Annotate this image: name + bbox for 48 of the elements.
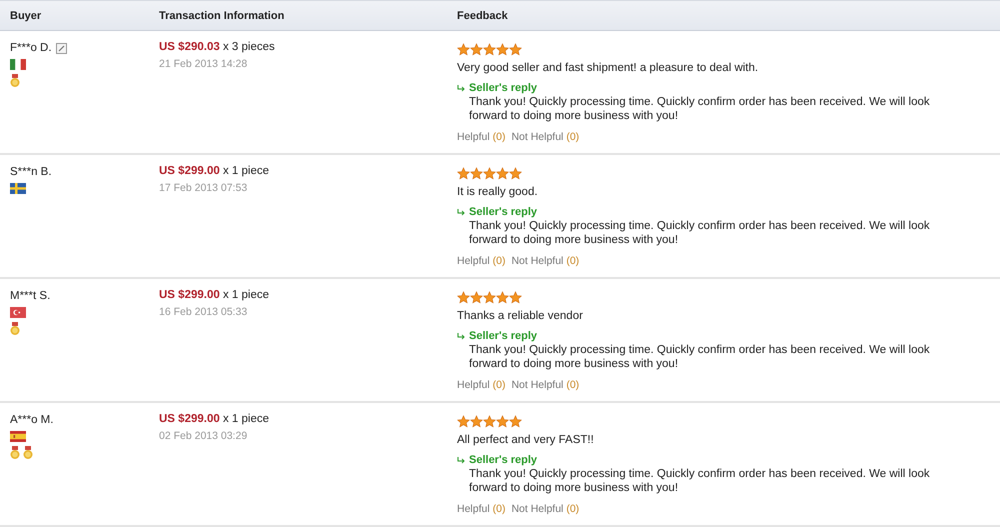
- helpful-link[interactable]: Helpful (0): [457, 379, 506, 391]
- reply-arrow-icon: [457, 208, 465, 216]
- column-header: Transaction Information: [159, 10, 286, 22]
- seller-reply-text: Thank you! Quickly processing time. Quickly confirm order has been received. We will look forward to doing more business with you!: [469, 467, 931, 495]
- seller-reply-label: Seller's reply: [469, 206, 538, 218]
- transaction-date: 16 Feb 2013 05:33: [159, 306, 248, 318]
- price-quantity: US $290.03 x 3 pieces: [159, 41, 275, 55]
- seller-reply-text: Thank you! Quickly processing time. Quickly confirm order has been received. We will look forward to doing more business with you!: [469, 95, 931, 123]
- helpful-link[interactable]: Helpful (0): [457, 503, 506, 515]
- feedback-text: Thanks a reliable vendor: [457, 310, 583, 322]
- reply-arrow-icon: [457, 84, 465, 92]
- feedback-text: Very good seller and fast shipment! a pleasure to deal with.: [457, 62, 758, 74]
- medal-icon: [23, 446, 33, 459]
- not-helpful-link[interactable]: Not Helpful (0): [511, 131, 580, 143]
- seller-reply-label: Seller's reply: [469, 82, 538, 94]
- transaction-date: 17 Feb 2013 07:53: [159, 182, 248, 194]
- buyer-name: A***o M.: [10, 414, 54, 426]
- price-quantity: US $299.00 x 1 piece: [159, 289, 269, 303]
- not-helpful-link[interactable]: Not Helpful (0): [511, 255, 580, 267]
- edit-icon[interactable]: [56, 42, 67, 54]
- flag-icon: [10, 431, 26, 442]
- helpful-link[interactable]: Helpful (0): [457, 255, 506, 267]
- not-helpful-link[interactable]: Not Helpful (0): [511, 379, 580, 391]
- transaction-date: 02 Feb 2013 03:29: [159, 430, 248, 442]
- seller-reply-text: Thank you! Quickly processing time. Quickly confirm order has been received. We will look forward to doing more business with you!: [469, 219, 931, 247]
- seller-reply-text: Thank you! Quickly processing time. Quickly confirm order has been received. We will look forward to doing more business with you!: [469, 343, 931, 371]
- flag-icon: [10, 307, 26, 318]
- medal-icon: [10, 446, 20, 459]
- medal-icon: [10, 322, 20, 335]
- feedback-text: It is really good.: [457, 186, 538, 198]
- price-quantity: US $299.00 x 1 piece: [159, 413, 269, 427]
- buyer-name: M***t S.: [10, 290, 50, 302]
- column-header: Buyer: [10, 10, 42, 22]
- column-header: Feedback: [457, 10, 509, 22]
- flag-icon: [10, 59, 26, 70]
- buyer-name: F***o D.: [10, 42, 52, 54]
- price-quantity: US $299.00 x 1 piece: [159, 165, 269, 179]
- not-helpful-link[interactable]: Not Helpful (0): [511, 503, 580, 515]
- flag-icon: [10, 183, 26, 194]
- medal-icon: [10, 74, 20, 87]
- reply-arrow-icon: [457, 456, 465, 464]
- buyer-name: S***n B.: [10, 166, 52, 178]
- feedback-text: All perfect and very FAST!!: [457, 434, 594, 446]
- seller-reply-label: Seller's reply: [469, 454, 538, 466]
- helpful-link[interactable]: Helpful (0): [457, 131, 506, 143]
- reply-arrow-icon: [457, 332, 465, 340]
- seller-reply-label: Seller's reply: [469, 330, 538, 342]
- transaction-date: 21 Feb 2013 14:28: [159, 58, 248, 70]
